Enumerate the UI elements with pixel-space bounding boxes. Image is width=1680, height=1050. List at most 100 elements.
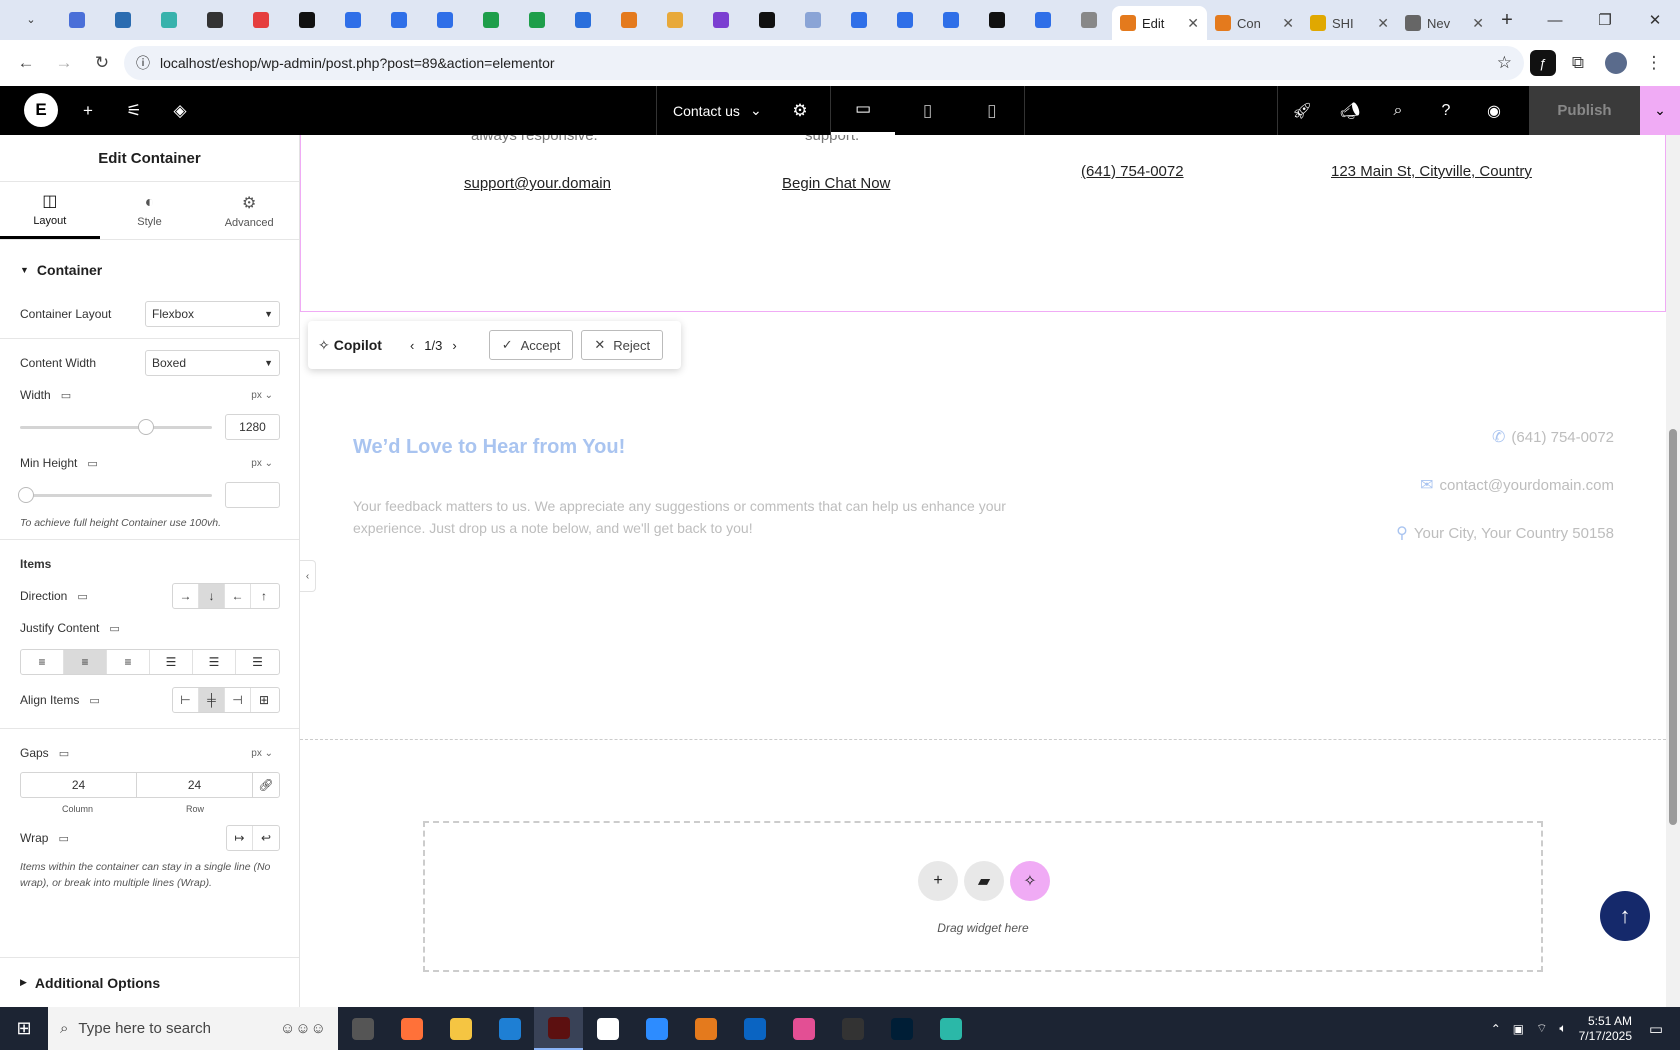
pinned-tab[interactable]: [376, 0, 422, 40]
taskbar-app-icon[interactable]: [485, 1007, 534, 1050]
taskbar-app-icon[interactable]: [926, 1007, 975, 1050]
restore-button[interactable]: ❐: [1580, 0, 1630, 40]
network-icon[interactable]: ▣: [1513, 1022, 1524, 1036]
direction-column-arrow-down-icon[interactable]: ↓: [199, 584, 225, 608]
taskbar-app-icon[interactable]: [583, 1007, 632, 1050]
browser-tab[interactable]: Nev ✕: [1397, 6, 1492, 40]
close-window-button[interactable]: ✕: [1630, 0, 1680, 40]
pinned-tab[interactable]: [1066, 0, 1112, 40]
search-icon[interactable]: ⌕: [1374, 86, 1422, 135]
pinned-tab[interactable]: [238, 0, 284, 40]
pinned-tab[interactable]: [100, 0, 146, 40]
publish-options-chevron-icon[interactable]: ⌄: [1640, 86, 1680, 135]
notifications-megaphone-icon[interactable]: 📣︎: [1326, 86, 1374, 135]
link-values-icon[interactable]: 🔗︎: [253, 773, 279, 797]
desktop-monitor-icon[interactable]: ▭: [89, 694, 99, 707]
chevron-right-icon[interactable]: ›: [452, 338, 456, 353]
chevron-up-icon[interactable]: ⌃: [1491, 1022, 1501, 1036]
desktop-monitor-icon[interactable]: ▭: [77, 590, 87, 603]
reload-button[interactable]: ↻: [86, 47, 118, 79]
pinned-tab[interactable]: [744, 0, 790, 40]
close-tab-icon[interactable]: ✕: [1472, 15, 1484, 32]
pinned-tab[interactable]: [54, 0, 100, 40]
windows-start-icon[interactable]: ⊞: [0, 1007, 48, 1050]
pinned-tab[interactable]: [882, 0, 928, 40]
close-tab-icon[interactable]: ✕: [1377, 15, 1389, 32]
pinned-tab[interactable]: [836, 0, 882, 40]
browser-tab[interactable]: SHI ✕: [1302, 6, 1397, 40]
min-height-input[interactable]: [225, 482, 280, 508]
mobile-device-icon[interactable]: ▯: [960, 86, 1024, 135]
notification-center-icon[interactable]: ▭: [1632, 1007, 1680, 1050]
browser-tab[interactable]: Edit ✕: [1112, 6, 1207, 40]
taskbar-app-icon[interactable]: [779, 1007, 828, 1050]
chevron-left-icon[interactable]: ‹: [410, 338, 414, 353]
pinned-tab[interactable]: [560, 0, 606, 40]
phone-link[interactable]: (641) 754-0072: [1081, 163, 1184, 180]
page-settings-gear-icon[interactable]: ⚙: [780, 86, 820, 135]
tab-search-button[interactable]: ⌄: [8, 0, 54, 40]
taskbar-app-icon[interactable]: [877, 1007, 926, 1050]
bookmark-star-icon[interactable]: ☆: [1497, 53, 1512, 73]
publish-button[interactable]: Publish: [1529, 86, 1640, 135]
url-bar[interactable]: ⓘ localhost/eshop/wp-admin/post.php?post…: [124, 46, 1524, 80]
container-layout-select[interactable]: Flexbox ▼: [145, 301, 280, 327]
extension-icon[interactable]: ƒ: [1530, 50, 1556, 76]
pinned-tab[interactable]: [1020, 0, 1066, 40]
reject-button[interactable]: ✕ Reject: [581, 330, 664, 360]
min-height-slider[interactable]: [18, 486, 212, 503]
min-height-slider-handle[interactable]: [18, 486, 34, 503]
wrap-icon[interactable]: ↩: [253, 826, 279, 850]
desktop-monitor-icon[interactable]: ▭: [109, 622, 119, 635]
profile-avatar[interactable]: [1600, 47, 1632, 79]
desktop-monitor-icon[interactable]: ▭: [59, 747, 69, 760]
align-center-icon[interactable]: ╪: [199, 688, 225, 712]
gaps-unit-select[interactable]: px ⌄: [251, 748, 273, 759]
back-button[interactable]: ←: [10, 47, 42, 79]
justify-space-around-icon[interactable]: ☰: [193, 650, 236, 674]
pinned-tab[interactable]: [790, 0, 836, 40]
pinned-tab[interactable]: [422, 0, 468, 40]
desktop-device-icon[interactable]: ▭: [831, 86, 896, 135]
empty-dropzone[interactable]: + ▰ ✧ Drag widget here: [423, 821, 1543, 972]
justify-end-icon[interactable]: ≡: [107, 650, 150, 674]
contact-methods-section[interactable]: always responsive. support. support@your…: [300, 135, 1666, 312]
align-end-icon[interactable]: ⊣: [225, 688, 251, 712]
help-icon[interactable]: ?: [1422, 86, 1470, 135]
tab-advanced[interactable]: ⚙ Advanced: [199, 182, 299, 239]
additional-options-toggle[interactable]: ▶ Additional Options: [0, 957, 299, 1007]
begin-chat-link[interactable]: Begin Chat Now: [782, 175, 890, 192]
justify-center-icon[interactable]: ≡: [64, 650, 107, 674]
browser-menu-icon[interactable]: ⋮: [1638, 47, 1670, 79]
tab-layout[interactable]: ◫ Layout: [0, 182, 100, 239]
structure-layers-icon[interactable]: ◈: [160, 86, 200, 135]
taskbar-app-icon[interactable]: [436, 1007, 485, 1050]
taskbar-app-icon[interactable]: [681, 1007, 730, 1050]
new-tab-button[interactable]: +: [1492, 9, 1522, 32]
container-section-toggle[interactable]: ▼ Container: [0, 250, 299, 290]
direction-row-arrow-right-icon[interactable]: →: [173, 584, 199, 608]
pinned-tab[interactable]: [974, 0, 1020, 40]
pinned-tab[interactable]: [928, 0, 974, 40]
close-tab-icon[interactable]: ✕: [1187, 15, 1199, 32]
direction-row-reverse-arrow-left-icon[interactable]: ←: [225, 584, 251, 608]
rocket-icon[interactable]: 🚀︎: [1278, 86, 1326, 135]
pinned-tab[interactable]: [468, 0, 514, 40]
pinned-tab[interactable]: [192, 0, 238, 40]
collapse-panel-chevron-icon[interactable]: ‹: [300, 560, 316, 592]
taskbar-app-icon[interactable]: [338, 1007, 387, 1050]
support-email-link[interactable]: support@your.domain: [464, 175, 611, 192]
add-section-plus-icon[interactable]: +: [918, 861, 958, 901]
pinned-tab[interactable]: [698, 0, 744, 40]
volume-icon[interactable]: 🔈︎: [1559, 1021, 1566, 1036]
width-unit-select[interactable]: px ⌄: [251, 390, 273, 401]
forward-button[interactable]: →: [48, 47, 80, 79]
minimize-button[interactable]: —: [1530, 0, 1580, 40]
page-selector[interactable]: Contact us ⌄: [656, 86, 778, 135]
scroll-to-top-arrow-icon[interactable]: ↑: [1600, 891, 1650, 941]
canvas-scrollbar[interactable]: [1666, 135, 1680, 1007]
pinned-tab[interactable]: [330, 0, 376, 40]
gap-row-input[interactable]: 24: [137, 773, 253, 797]
align-start-icon[interactable]: ⊢: [173, 688, 199, 712]
pinned-tab[interactable]: [606, 0, 652, 40]
